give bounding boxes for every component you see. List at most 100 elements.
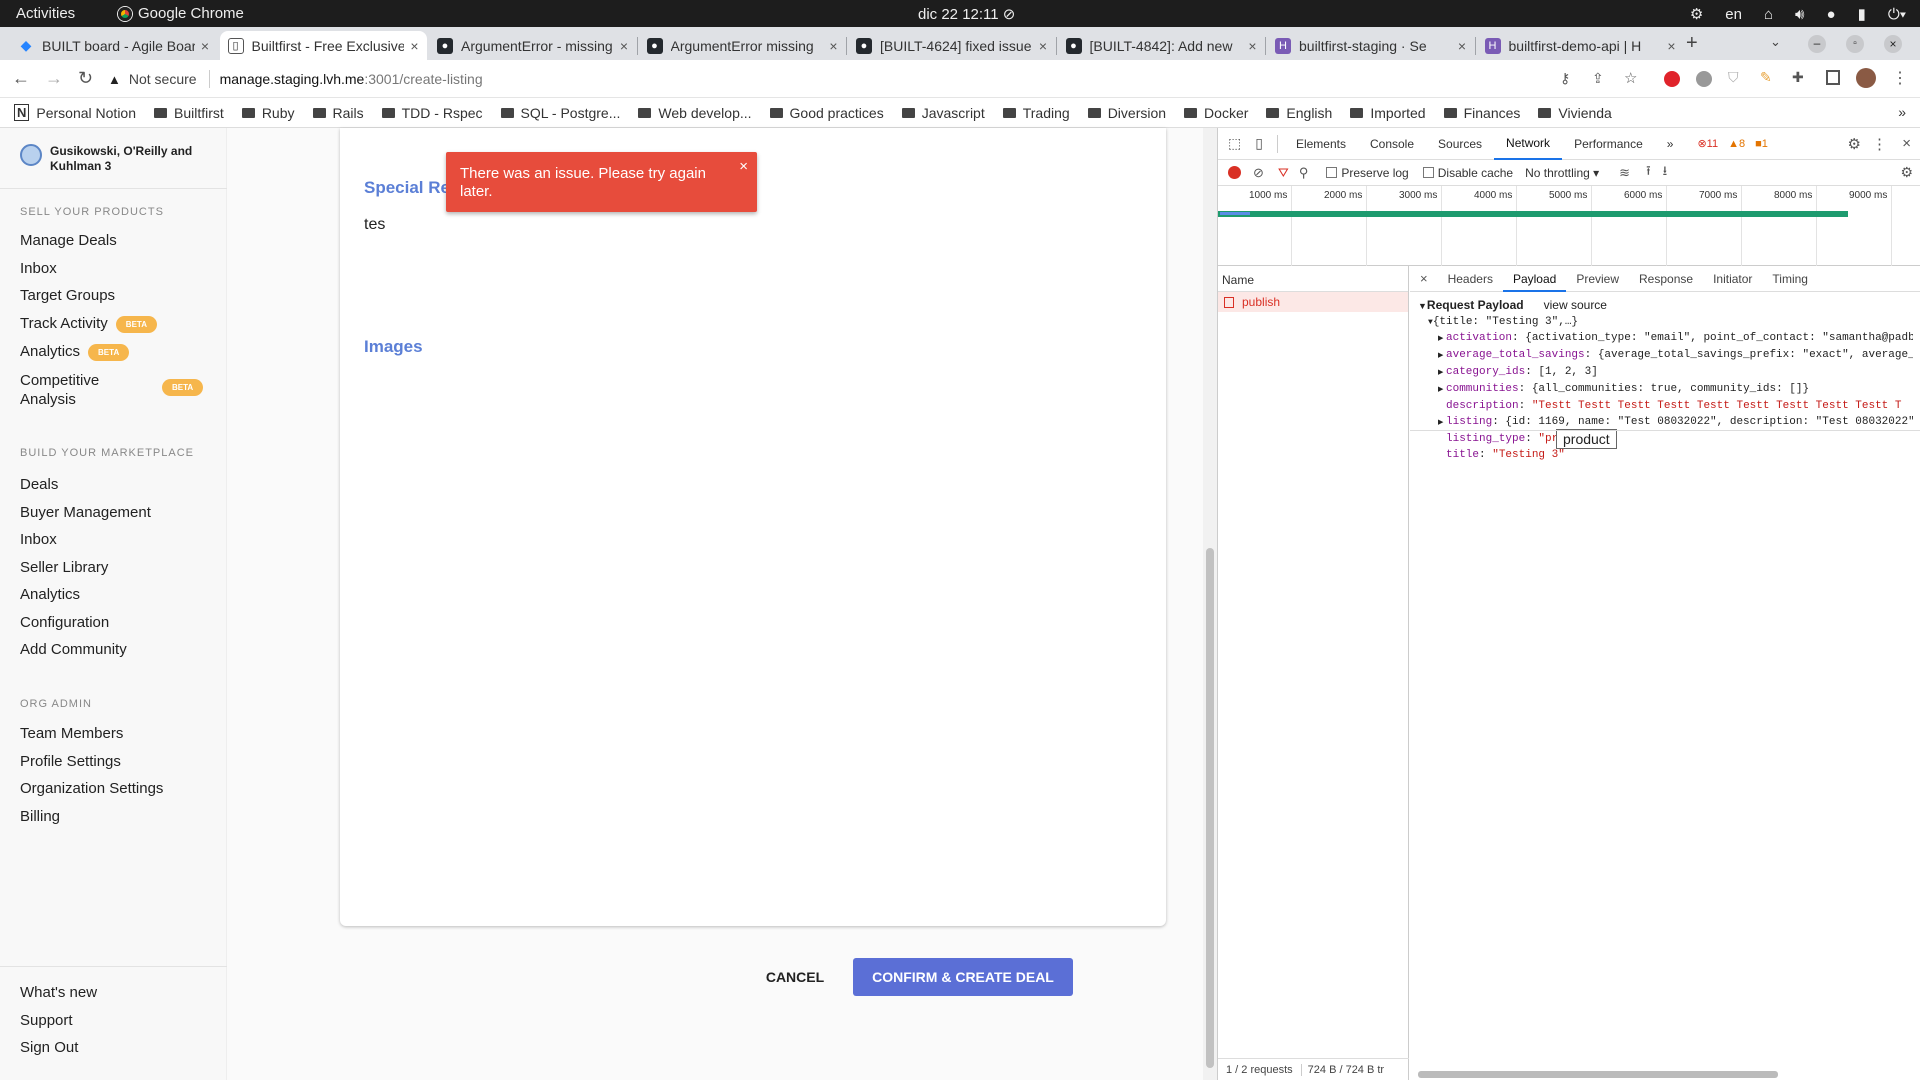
close-tab-icon[interactable]: × xyxy=(1039,38,1047,54)
bookmark-folder[interactable]: Javascript xyxy=(901,105,985,121)
address-bar[interactable]: ▲ Not secure manage.staging.lvh.me:3001/… xyxy=(108,65,1688,93)
security-label[interactable]: Not secure xyxy=(129,71,197,87)
bookmark-folder[interactable]: Ruby xyxy=(241,105,295,121)
back-icon[interactable]: ← xyxy=(12,68,30,89)
close-window-button[interactable]: × xyxy=(1884,35,1902,53)
bookmark-folder[interactable]: Docker xyxy=(1184,105,1248,121)
sidepanel-icon[interactable] xyxy=(1826,70,1840,85)
more-tabs-icon[interactable]: » xyxy=(1655,128,1686,160)
payload-line[interactable]: title: "Testing 3" xyxy=(1438,447,1913,463)
profile-avatar[interactable] xyxy=(1856,68,1876,88)
sidebar-item-competitive-analysis[interactable]: Competitive Analysis BETA xyxy=(20,371,210,409)
record-icon[interactable] xyxy=(1228,166,1241,179)
close-tab-icon[interactable]: × xyxy=(620,38,628,54)
network-conditions-icon[interactable]: ≋ xyxy=(1619,165,1630,181)
bookmark-folder[interactable]: TDD - Rspec xyxy=(381,105,483,121)
bookmark-folder[interactable]: English xyxy=(1266,105,1332,121)
chrome-menu-icon[interactable]: ⋮ xyxy=(1892,68,1908,88)
devtools-tab-console[interactable]: Console xyxy=(1358,128,1426,160)
active-app-menu[interactable]: Google Chrome xyxy=(118,5,244,22)
sidebar-item-billing[interactable]: Billing xyxy=(20,808,60,825)
close-tab-icon[interactable]: × xyxy=(1458,38,1466,54)
sidebar-item-support[interactable]: Support xyxy=(20,1012,73,1029)
close-detail-icon[interactable]: × xyxy=(1410,271,1438,286)
toast-close-icon[interactable]: × xyxy=(739,158,748,176)
browser-tab[interactable]: ● ArgumentError missing × xyxy=(639,31,846,60)
bookmark-folder[interactable]: Diversion xyxy=(1087,105,1166,121)
bookmark-notion[interactable]: N Personal Notion xyxy=(14,104,136,121)
sidebar-item-sign-out[interactable]: Sign Out xyxy=(20,1039,78,1056)
browser-tab[interactable]: ◆ BUILT board - Agile Board × xyxy=(10,31,217,60)
detail-tab-response[interactable]: Response xyxy=(1629,266,1703,292)
sidebar-item-target-groups[interactable]: Target Groups xyxy=(20,287,115,304)
payload-line[interactable]: ▶ activation: {activation_type: "email", … xyxy=(1438,330,1913,347)
minimize-window-button[interactable]: – xyxy=(1808,35,1826,53)
close-tab-icon[interactable]: × xyxy=(1248,38,1256,54)
browser-tab[interactable]: ● [BUILT-4842]: Add new × xyxy=(1058,31,1265,60)
clear-icon[interactable]: ⊘ xyxy=(1253,165,1264,181)
special-requirements-value[interactable]: tes xyxy=(364,216,385,234)
payload-line[interactable]: ▶ communities: {all_communities: true, co… xyxy=(1438,381,1913,398)
bookmark-folder[interactable]: Imported xyxy=(1350,105,1426,121)
page-scrollbar[interactable] xyxy=(1203,128,1217,1080)
warning-icon[interactable]: ▲ xyxy=(108,72,121,87)
request-row-publish[interactable]: publish xyxy=(1218,292,1408,312)
extension-icon[interactable] xyxy=(1696,71,1712,87)
payload-line[interactable]: listing_type: "product" xyxy=(1438,431,1913,447)
sidebar-item-configuration[interactable]: Configuration xyxy=(20,614,109,631)
sidebar-item-what-s-new[interactable]: What's new xyxy=(20,984,97,1001)
confirm-create-deal-button[interactable]: CONFIRM & CREATE DEAL xyxy=(853,958,1073,996)
hscroll-thumb[interactable] xyxy=(1418,1071,1778,1078)
system-tray[interactable]: ⚙ en ⌂ 🔊︎ ● ▮ ⏻▾ xyxy=(1690,5,1906,24)
bookmark-star-icon[interactable]: ☆ xyxy=(1624,69,1637,87)
bookmark-folder[interactable]: Builtfirst xyxy=(154,105,224,121)
network-settings-icon[interactable]: ⚙ xyxy=(1900,164,1913,181)
opera-extension-icon[interactable] xyxy=(1664,71,1680,87)
bookmark-folder[interactable]: Finances xyxy=(1443,105,1520,121)
name-column-header[interactable]: Name xyxy=(1218,266,1408,292)
activities-button[interactable]: Activities xyxy=(16,5,75,22)
detail-tab-initiator[interactable]: Initiator xyxy=(1703,266,1762,292)
restore-window-button[interactable]: ▫ xyxy=(1846,35,1864,53)
devtools-menu-icon[interactable]: ⋮ xyxy=(1872,135,1887,153)
share-icon[interactable]: ⇪ xyxy=(1592,70,1604,87)
forward-icon[interactable]: → xyxy=(45,68,63,89)
scrollbar-thumb[interactable] xyxy=(1206,548,1214,1068)
pen-extension-icon[interactable]: ✎ xyxy=(1760,69,1772,86)
detail-tab-payload[interactable]: Payload xyxy=(1502,266,1567,292)
sidebar-item-analytics[interactable]: Analytics BETA xyxy=(20,343,130,361)
sidebar-item-inbox[interactable]: Inbox xyxy=(20,260,57,277)
sidebar-item-seller-library[interactable]: Seller Library xyxy=(20,559,108,576)
org-name[interactable]: Gusikowski, O'Reilly and Kuhlman 3 xyxy=(50,144,210,174)
shield-extension-icon[interactable]: ⛉ xyxy=(1728,69,1739,86)
sidebar-item-profile-settings[interactable]: Profile Settings xyxy=(20,753,121,770)
view-source-link[interactable]: view source xyxy=(1544,298,1607,312)
bookmark-folder[interactable]: Web develop... xyxy=(638,105,752,121)
key-icon[interactable]: ⚷ xyxy=(1560,70,1570,87)
device-toolbar-icon[interactable]: ▯ xyxy=(1255,135,1263,152)
sidebar-item-deals[interactable]: Deals xyxy=(20,476,58,493)
close-tab-icon[interactable]: × xyxy=(201,38,209,54)
devtools-close-icon[interactable]: × xyxy=(1902,135,1911,152)
reload-icon[interactable]: ↻ xyxy=(78,68,93,89)
browser-tab[interactable]: ● [BUILT-4624] fixed issue × xyxy=(848,31,1055,60)
payload-section-title[interactable]: ▼Request Payload xyxy=(1418,298,1524,312)
language-indicator[interactable]: en xyxy=(1725,6,1742,23)
issue-counters[interactable]: ⊗11 ▲8 ■1 xyxy=(1697,137,1767,151)
puzzle-icon[interactable]: ✚ xyxy=(1792,69,1804,86)
new-tab-button[interactable]: + xyxy=(1686,32,1698,55)
bookmark-folder[interactable]: Trading xyxy=(1002,105,1070,121)
bookmark-folder[interactable]: Good practices xyxy=(769,105,884,121)
detail-tab-headers[interactable]: Headers xyxy=(1438,266,1503,292)
disable-cache-checkbox[interactable]: Disable cache xyxy=(1422,166,1513,180)
devtools-tab-elements[interactable]: Elements xyxy=(1284,128,1358,160)
browser-tab[interactable]: Hbuiltfirst-staging · Se × xyxy=(1267,31,1474,60)
close-tab-icon[interactable]: × xyxy=(410,38,418,54)
sidebar-item-analytics[interactable]: Analytics xyxy=(20,586,80,603)
payload-root[interactable]: ▼{title: "Testing 3",…} xyxy=(1418,316,1913,328)
browser-tab[interactable]: ● ArgumentError - missing × xyxy=(429,31,636,60)
horizontal-scrollbar[interactable] xyxy=(1418,1068,1913,1080)
devtools-tab-sources[interactable]: Sources xyxy=(1426,128,1494,160)
bookmarks-overflow-icon[interactable]: » xyxy=(1898,104,1906,120)
tab-search-icon[interactable]: ⌄ xyxy=(1770,34,1781,50)
